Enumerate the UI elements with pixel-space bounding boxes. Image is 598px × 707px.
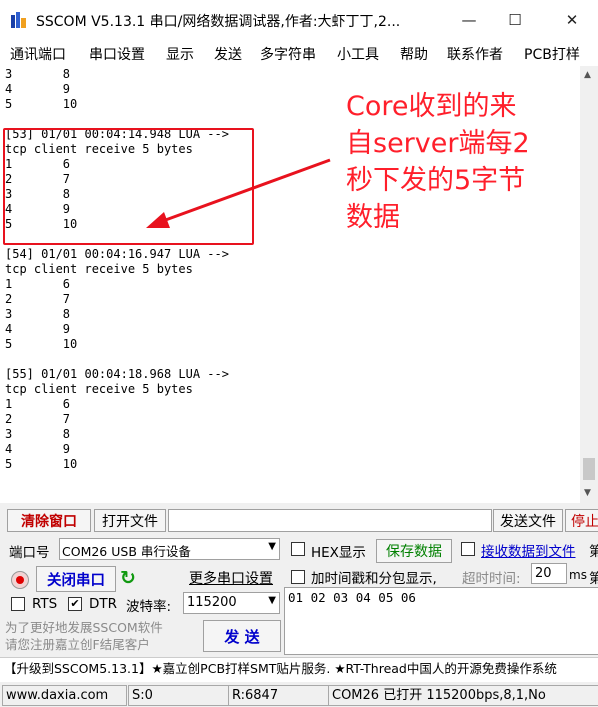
maximize-icon[interactable]: ☐ (492, 6, 538, 34)
rts-checkbox[interactable] (11, 597, 25, 611)
window-title: SSCOM V5.13.1 串口/网络数据调试器,作者:大虾丁丁,2... (36, 14, 401, 30)
status-received-count: R:6847 (228, 685, 329, 706)
port-status-icon (11, 571, 29, 589)
menu-tools[interactable]: 小工具 (337, 44, 379, 64)
menu-comm-port[interactable]: 通讯端口 (10, 44, 66, 64)
status-bar: www.daxia.com S:0 R:6847 COM26 已打开 11520… (0, 682, 598, 707)
receive-to-file-checkbox[interactable] (461, 542, 475, 556)
menu-bar: 通讯端口 串口设置 显示 发送 多字符串 小工具 帮助 联系作者 PCB打样 (0, 40, 598, 67)
clear-window-button[interactable]: 清除窗口 (7, 509, 91, 532)
dropdown-arrow-icon[interactable]: ▼ (268, 541, 276, 552)
minimize-icon[interactable]: — (446, 6, 492, 34)
timeout-input[interactable]: 20 (531, 563, 567, 584)
baud-label: 波特率: (126, 599, 172, 615)
close-port-button[interactable]: 关闭串口 (36, 566, 116, 592)
register-promo[interactable]: 为了更好地发展SSCOM软件 请您注册嘉立创F结尾客户 (5, 619, 195, 653)
news-ticker[interactable]: 【升级到SSCOM5.13.1】★嘉立创PCB打样SMT贴片服务. ★RT-Th… (0, 657, 598, 683)
extra-option[interactable]: 第 (589, 540, 598, 560)
send-button[interactable]: 发 送 (203, 620, 281, 652)
timestamp-checkbox[interactable] (291, 570, 305, 584)
close-icon[interactable]: ✕ (549, 6, 595, 34)
stop-button[interactable]: 停止 (565, 509, 598, 532)
timeout-value: 20 (535, 566, 552, 581)
timestamp-label: 加时间戳和分包显示, (311, 571, 437, 587)
annotation-text: Core收到的来 自server端每2 秒下发的5字节 数据 (346, 91, 530, 233)
more-settings-button[interactable]: 更多串口设置 (183, 566, 279, 590)
menu-help[interactable]: 帮助 (400, 44, 428, 64)
port-select-value: COM26 USB 串行设备 (62, 544, 191, 559)
open-file-button[interactable]: 打开文件 (94, 509, 166, 532)
baud-select[interactable]: 115200 ▼ (183, 592, 280, 614)
status-port-state: COM26 已打开 115200bps,8,1,No (328, 685, 598, 706)
status-website[interactable]: www.daxia.com (2, 685, 127, 706)
status-sent-count: S:0 (128, 685, 229, 706)
refresh-icon[interactable]: ↻ (120, 567, 136, 589)
scroll-down-icon[interactable]: ▼ (584, 488, 591, 498)
menu-display[interactable]: 显示 (166, 44, 194, 64)
menu-serial-settings[interactable]: 串口设置 (89, 44, 145, 64)
send-data-text: 01 02 03 04 05 06 (288, 590, 416, 605)
send-data-input[interactable]: 01 02 03 04 05 06 (284, 587, 598, 655)
hex-display-checkbox[interactable] (291, 542, 305, 556)
port-select[interactable]: COM26 USB 串行设备 ▼ (59, 538, 280, 560)
app-icon (11, 12, 26, 28)
timeout-label: 超时时间: (462, 571, 521, 587)
baud-value: 115200 (187, 595, 237, 610)
rts-label: RTS (32, 596, 58, 612)
menu-pcb[interactable]: PCB打样 (524, 44, 580, 64)
send-file-button[interactable]: 发送文件 (493, 509, 563, 532)
extra-option-2[interactable]: 第 (589, 567, 598, 587)
dtr-checkbox[interactable]: ✔ (68, 597, 82, 611)
scroll-up-icon[interactable]: ▲ (584, 70, 591, 80)
menu-multi-string[interactable]: 多字符串 (260, 44, 316, 64)
scroll-thumb[interactable] (583, 458, 595, 480)
hex-display-label: HEX显示 (311, 545, 366, 561)
dropdown-arrow-icon[interactable]: ▼ (268, 595, 276, 606)
dtr-label: DTR (89, 596, 118, 612)
title-bar: SSCOM V5.13.1 串口/网络数据调试器,作者:大虾丁丁,2... — … (0, 0, 598, 40)
news-ticker-text: 【升级到SSCOM5.13.1】★嘉立创PCB打样SMT贴片服务. ★RT-Th… (4, 661, 557, 676)
menu-contact[interactable]: 联系作者 (447, 44, 503, 64)
timeout-unit: ms (569, 568, 587, 582)
receive-to-file-label[interactable]: 接收数据到文件 (481, 540, 576, 560)
annotation-arrow-icon (146, 158, 331, 228)
port-label: 端口号 (9, 545, 50, 561)
file-path-input[interactable] (168, 509, 492, 532)
menu-send[interactable]: 发送 (214, 44, 242, 64)
save-data-button[interactable]: 保存数据 (376, 539, 452, 563)
